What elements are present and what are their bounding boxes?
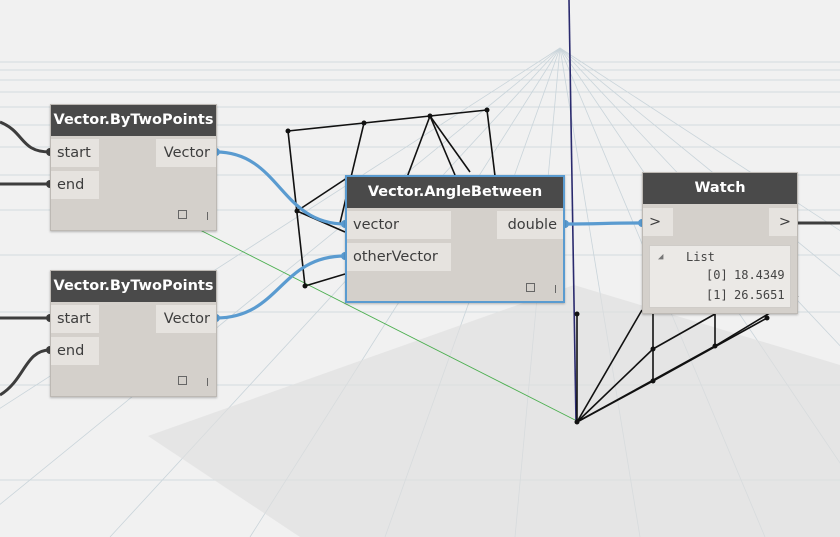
node-title: Watch [643, 173, 797, 204]
output-port-vector[interactable]: Vector [156, 139, 216, 167]
watch-output-list: ◢ List [0] 18.4349 [1] 26.5651 [649, 245, 791, 308]
list-item-value: 18.4349 [734, 268, 785, 282]
list-item-index: [1] [706, 288, 728, 302]
collapse-triangle-icon[interactable]: ◢ [658, 249, 663, 266]
list-header: List [686, 250, 715, 264]
input-port-end[interactable]: end [51, 337, 99, 365]
list-item-value: 26.5651 [734, 288, 785, 302]
input-port-end[interactable]: end [51, 171, 99, 199]
output-port-double[interactable]: double [497, 211, 563, 239]
output-port-watch[interactable]: > [769, 208, 797, 236]
resize-handle-icon[interactable] [207, 378, 208, 386]
node-vector-by-two-points-1[interactable]: Vector.ByTwoPoints start end Vector [50, 104, 217, 231]
node-title: Vector.ByTwoPoints [51, 105, 216, 136]
resize-handle-icon[interactable] [555, 285, 556, 293]
list-item-index: [0] [706, 268, 728, 282]
node-watch[interactable]: Watch > > ◢ List [0] 18.4349 [1] 26.5651 [642, 172, 798, 314]
node-vector-angle-between[interactable]: Vector.AngleBetween vector otherVector d… [345, 175, 565, 303]
input-port-watch[interactable]: > [643, 208, 673, 236]
node-title: Vector.AngleBetween [347, 177, 563, 208]
input-port-vector[interactable]: vector [347, 211, 451, 239]
node-vector-by-two-points-2[interactable]: Vector.ByTwoPoints start end Vector [50, 270, 217, 397]
preview-toggle-icon[interactable] [178, 376, 187, 385]
ground-plane-shaded [148, 285, 840, 537]
input-port-other-vector[interactable]: otherVector [347, 243, 451, 271]
node-title: Vector.ByTwoPoints [51, 271, 216, 302]
output-port-vector[interactable]: Vector [156, 305, 216, 333]
preview-toggle-icon[interactable] [526, 283, 535, 292]
resize-handle-icon[interactable] [207, 212, 208, 220]
input-port-start[interactable]: start [51, 305, 99, 333]
input-port-start[interactable]: start [51, 139, 99, 167]
preview-toggle-icon[interactable] [178, 210, 187, 219]
